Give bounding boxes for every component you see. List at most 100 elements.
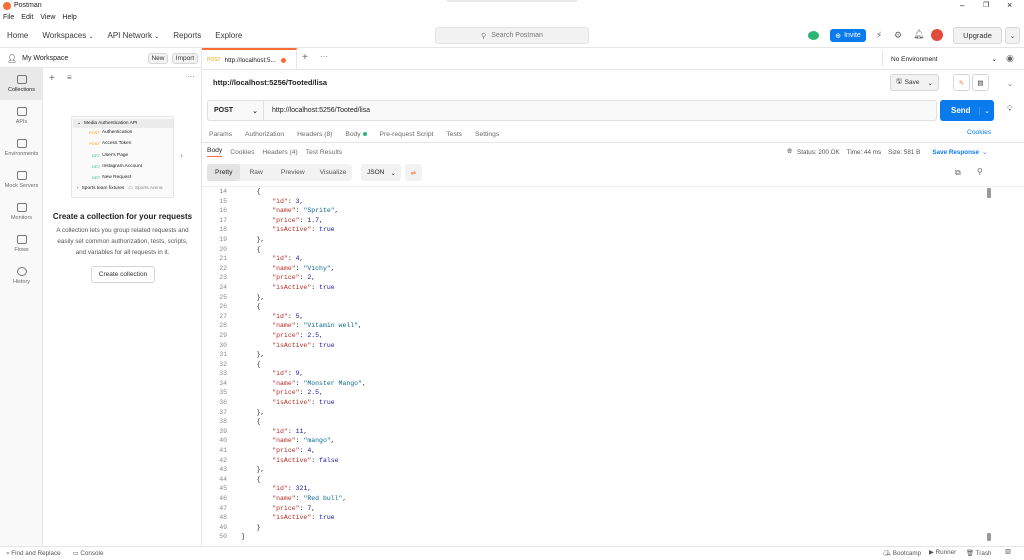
tab-tests[interactable]: Tests	[446, 131, 462, 138]
create-collection-button[interactable]: Create collection	[91, 266, 155, 283]
tab-headers[interactable]: Headers (8)	[297, 131, 332, 138]
sync-status-icon[interactable]	[808, 31, 819, 40]
tab-test-results[interactable]: Test Results	[306, 149, 342, 156]
nav-explore[interactable]: Explore	[215, 31, 242, 40]
runner-button[interactable]: ▶ Runner	[929, 549, 956, 556]
json-key: "isActive"	[272, 514, 312, 522]
save-response-button[interactable]: Save Response	[932, 149, 979, 156]
url-input[interactable]: http://localhost:5256/Tooted/lisa	[272, 107, 370, 114]
new-button[interactable]: New	[148, 53, 168, 64]
request-tabs-bar: POST http://localhost:5... + ··· No Envi…	[202, 48, 1024, 70]
status-code[interactable]: Status: 200 OK	[797, 149, 840, 156]
layout-icon[interactable]: ▥	[1005, 548, 1011, 555]
satellite-icon[interactable]: ⚡	[876, 30, 882, 41]
environment-select[interactable]: No Environment ⌄	[882, 52, 997, 66]
bell-icon[interactable]: 🔔︎	[913, 29, 924, 40]
sidebar-item-flows[interactable]: Flows	[0, 228, 43, 260]
edit-icon[interactable]: ✎	[953, 74, 970, 91]
search-input[interactable]: ⚲ Search Postman	[435, 27, 589, 44]
tab-authorization[interactable]: Authorization	[245, 131, 284, 138]
json-key: "id"	[272, 312, 288, 320]
sidebar-item-apis[interactable]: APIs	[0, 100, 43, 132]
save-button[interactable]: 🖫︎ Save ⌄	[890, 74, 939, 91]
nav-home[interactable]: Home	[7, 31, 28, 40]
line-number: 39	[219, 427, 227, 435]
maximize-icon[interactable]: ❐	[983, 1, 989, 9]
plus-icon[interactable]: +	[49, 73, 55, 84]
code-line: 35 "price": 2.5,	[203, 388, 983, 398]
menu-edit[interactable]: Edit	[21, 14, 33, 21]
sidebar-item-monitors[interactable]: Monitors	[0, 196, 43, 228]
tab-params[interactable]: Params	[209, 131, 232, 138]
tab-settings[interactable]: Settings	[475, 131, 499, 138]
send-button[interactable]: Send ⌄	[940, 100, 994, 121]
response-time[interactable]: Time: 44 ms	[847, 149, 881, 156]
more-icon[interactable]: ···	[320, 52, 328, 61]
tab-response-body[interactable]: Body	[207, 147, 223, 157]
menu-help[interactable]: Help	[62, 14, 76, 21]
console-button[interactable]: ▭ Console	[73, 550, 104, 557]
line-number: 48	[219, 514, 227, 522]
code-punct: {	[241, 360, 261, 368]
sidebar-item-label: Collections	[8, 87, 35, 93]
copy-icon[interactable]: ⧉	[955, 168, 961, 178]
workspace-name[interactable]: My Workspace	[22, 55, 68, 62]
trash-button[interactable]: 🗑︎ Trash	[966, 549, 992, 557]
json-key: "name"	[272, 379, 296, 387]
more-icon[interactable]: ···	[187, 72, 195, 81]
tab-pretty[interactable]: Pretty	[207, 164, 241, 181]
wrap-lines-icon[interactable]: ⇌	[405, 164, 422, 181]
docs-icon[interactable]: ▤	[972, 74, 989, 91]
empty-desc-2: easily set common authorization, tests, …	[57, 238, 188, 245]
invite-button[interactable]: ⊕ Invite	[830, 29, 866, 42]
tab-preview[interactable]: Preview	[272, 169, 314, 176]
method-select[interactable]: POST ⌄	[208, 101, 264, 120]
line-number: 38	[219, 418, 227, 426]
cookies-link[interactable]: Cookies	[967, 129, 991, 136]
find-replace-button[interactable]: ⌕ Find and Replace	[6, 550, 61, 558]
menu-file[interactable]: File	[3, 14, 14, 21]
folder-label: Sports Arena	[134, 186, 163, 191]
format-select[interactable]: JSON ⌄	[361, 164, 401, 181]
response-size[interactable]: Size: 581 B	[888, 149, 920, 156]
sidebar-item-collections[interactable]: Collections	[0, 68, 43, 100]
upgrade-dropdown[interactable]: ⌄	[1005, 27, 1020, 44]
upgrade-button[interactable]: Upgrade	[953, 27, 1002, 44]
request-title[interactable]: http://localhost:5256/Tooted/lisa	[213, 78, 327, 87]
scrollbar-thumb-bottom[interactable]	[987, 533, 991, 541]
tab-visualize[interactable]: Visualize	[314, 169, 353, 176]
tab-raw[interactable]: Raw	[240, 169, 271, 176]
sidebar-item-mock-servers[interactable]: Mock Servers	[0, 164, 43, 196]
new-tab-icon[interactable]: +	[302, 52, 308, 63]
tab-request[interactable]: POST http://localhost:5...	[202, 48, 297, 70]
search-icon[interactable]: ⚲	[977, 167, 983, 176]
bootcamp-button[interactable]: ⛺︎ Bootcamp	[883, 549, 921, 557]
response-body-code[interactable]: 14 {15 "id": 3, 16 "name": "Sprite", 17 "p…	[203, 187, 983, 542]
tab-response-cookies[interactable]: Cookies	[230, 149, 254, 156]
json-key: "price"	[272, 274, 300, 282]
gear-icon[interactable]: ⚙	[894, 30, 902, 41]
code-line: 19 },	[203, 235, 983, 245]
tab-body[interactable]: Body	[345, 131, 367, 138]
scrollbar-thumb[interactable]	[987, 188, 991, 198]
nav-api-network[interactable]: API Network ⌄	[107, 31, 159, 40]
tab-response-headers[interactable]: Headers (4)	[262, 149, 297, 156]
menu-view[interactable]: View	[40, 14, 55, 21]
json-comma: ,	[299, 255, 304, 263]
eye-icon[interactable]: ◉	[1006, 53, 1014, 64]
line-number: 16	[219, 207, 227, 215]
close-icon[interactable]: ×	[1007, 0, 1012, 10]
avatar[interactable]	[931, 29, 943, 41]
sidebar-item-environments[interactable]: Environments	[0, 132, 43, 164]
code-punct: },	[241, 466, 265, 474]
minimize-icon[interactable]: –	[960, 1, 964, 10]
nav-workspaces[interactable]: Workspaces ⌄	[42, 31, 93, 40]
code-line: 16 "name": "Sprite",	[203, 206, 983, 216]
sidebar-item-history[interactable]: History	[0, 260, 43, 292]
tab-pre-request-script[interactable]: Pre-request Script	[380, 131, 434, 138]
filter-icon[interactable]: ≡	[67, 73, 72, 82]
chevron-down-icon[interactable]: ⌄	[1007, 80, 1013, 88]
nav-reports[interactable]: Reports	[173, 31, 201, 40]
import-button[interactable]: Import	[172, 53, 198, 64]
lightbulb-icon[interactable]: 💡︎	[1007, 104, 1013, 114]
